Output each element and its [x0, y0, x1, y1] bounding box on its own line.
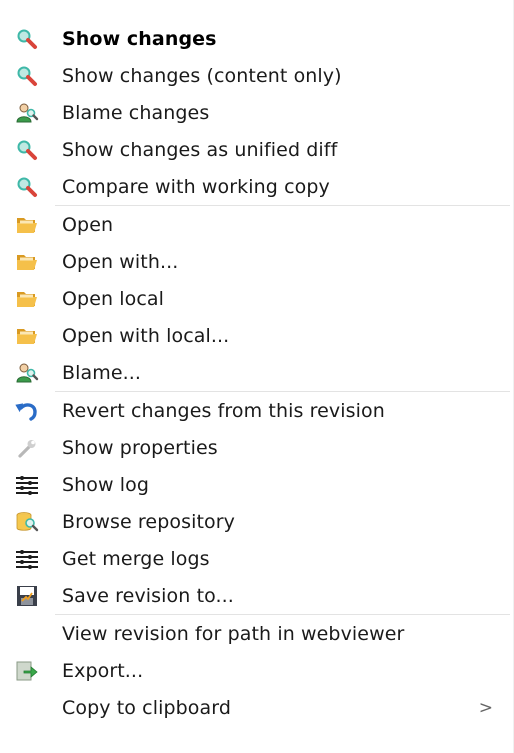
log-icon: [15, 547, 39, 571]
menu-item-show-changes-unified-diff[interactable]: Show changes as unified diff: [0, 131, 513, 168]
magnifier-red-icon: [15, 27, 39, 51]
menu-item-view-webviewer[interactable]: View revision for path in webviewer: [0, 615, 513, 652]
revert-arrow-icon: [15, 399, 39, 423]
context-menu: Show changes Show changes (content only)…: [0, 0, 514, 753]
save-icon: [15, 584, 39, 608]
menu-item-label: Show changes: [62, 27, 217, 50]
magnifier-red-icon: [15, 64, 39, 88]
menu-item-open-local[interactable]: Open local: [0, 280, 513, 317]
menu-item-open-with-local[interactable]: Open with local...: [0, 317, 513, 354]
menu-item-label: Copy to clipboard: [62, 696, 231, 719]
menu-item-label: Open: [62, 213, 114, 236]
menu-item-show-properties[interactable]: Show properties: [0, 429, 513, 466]
menu-item-label: Blame...: [62, 361, 142, 384]
menu-item-export[interactable]: Export...: [0, 652, 513, 689]
menu-item-save-revision[interactable]: Save revision to...: [0, 577, 513, 614]
menu-item-blame[interactable]: Blame...: [0, 354, 513, 391]
export-icon: [15, 659, 39, 683]
menu-item-label: Blame changes: [62, 101, 210, 124]
magnifier-red-icon: [15, 138, 39, 162]
menu-item-open[interactable]: Open: [0, 206, 513, 243]
menu-item-label: Show log: [62, 473, 150, 496]
menu-item-label: Show changes as unified diff: [62, 138, 338, 161]
log-icon: [15, 473, 39, 497]
menu-item-label: Open local: [62, 287, 165, 310]
menu-item-compare-working-copy[interactable]: Compare with working copy: [0, 168, 513, 205]
menu-item-label: Revert changes from this revision: [62, 399, 385, 422]
menu-item-show-log[interactable]: Show log: [0, 466, 513, 503]
menu-item-browse-repository[interactable]: Browse repository: [0, 503, 513, 540]
menu-item-label: Export...: [62, 659, 144, 682]
menu-item-label: View revision for path in webviewer: [62, 622, 405, 645]
menu-item-show-changes-content-only[interactable]: Show changes (content only): [0, 57, 513, 94]
folder-open-icon: [15, 287, 39, 311]
wrench-icon: [15, 436, 39, 460]
blame-user-icon: [15, 101, 39, 125]
menu-item-blame-changes[interactable]: Blame changes: [0, 94, 513, 131]
menu-item-get-merge-logs[interactable]: Get merge logs: [0, 540, 513, 577]
menu-item-show-changes[interactable]: Show changes: [0, 20, 513, 57]
folder-open-icon: [15, 250, 39, 274]
menu-item-label: Open with local...: [62, 324, 230, 347]
folder-open-icon: [15, 324, 39, 348]
blame-user-icon: [15, 361, 39, 385]
magnifier-red-icon: [15, 175, 39, 199]
menu-item-label: Show changes (content only): [62, 64, 342, 87]
menu-item-label: Show properties: [62, 436, 218, 459]
menu-item-revert-changes[interactable]: Revert changes from this revision: [0, 392, 513, 429]
menu-item-label: Compare with working copy: [62, 175, 330, 198]
menu-item-label: Open with...: [62, 250, 179, 273]
menu-item-label: Save revision to...: [62, 584, 234, 607]
submenu-arrow-icon: >: [478, 697, 493, 718]
folder-open-icon: [15, 213, 39, 237]
menu-item-copy-to-clipboard[interactable]: Copy to clipboard >: [0, 689, 513, 726]
repository-browser-icon: [15, 510, 39, 534]
menu-item-open-with[interactable]: Open with...: [0, 243, 513, 280]
menu-item-label: Get merge logs: [62, 547, 210, 570]
menu-item-label: Browse repository: [62, 510, 235, 533]
